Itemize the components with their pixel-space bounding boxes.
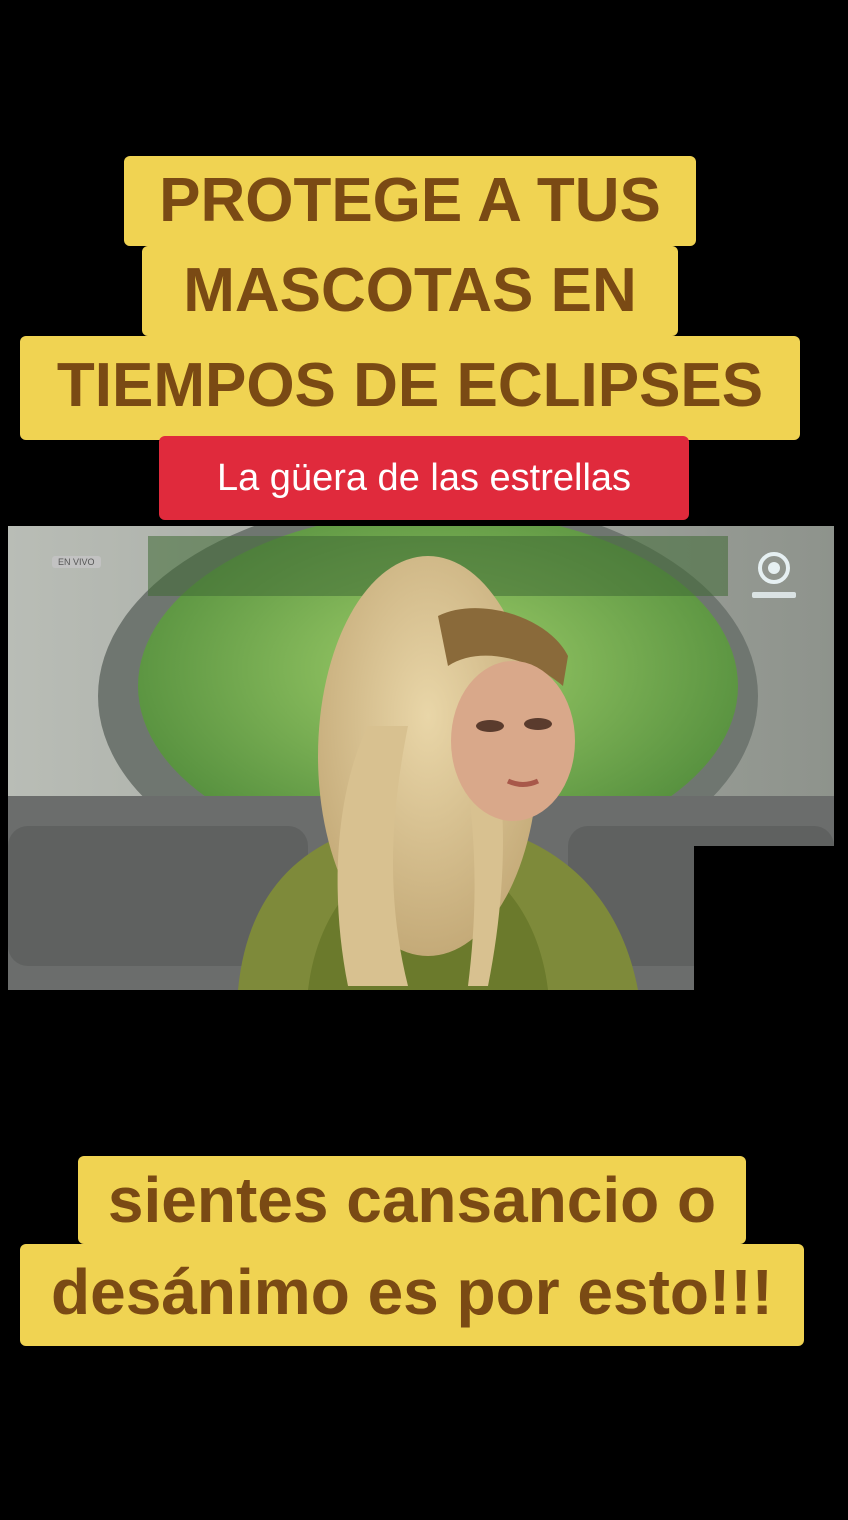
- title-line-1: PROTEGE A TUS: [124, 156, 696, 246]
- live-badge: EN VIVO: [52, 556, 101, 568]
- video-frame[interactable]: EN VIVO: [8, 526, 834, 990]
- live-badge-label: EN VIVO: [58, 557, 95, 567]
- bottom-caption-line-2: desánimo es por esto!!!: [20, 1244, 804, 1346]
- bottom-caption-line-1: sientes cansancio o: [78, 1156, 746, 1244]
- video-still: [8, 526, 834, 990]
- channel-logo-icon: [746, 548, 802, 604]
- title-line-3: TIEMPOS DE ECLIPSES: [20, 336, 800, 440]
- subtitle-tag: La güera de las estrellas: [159, 436, 689, 520]
- title-line-2: MASCOTAS EN: [142, 246, 678, 336]
